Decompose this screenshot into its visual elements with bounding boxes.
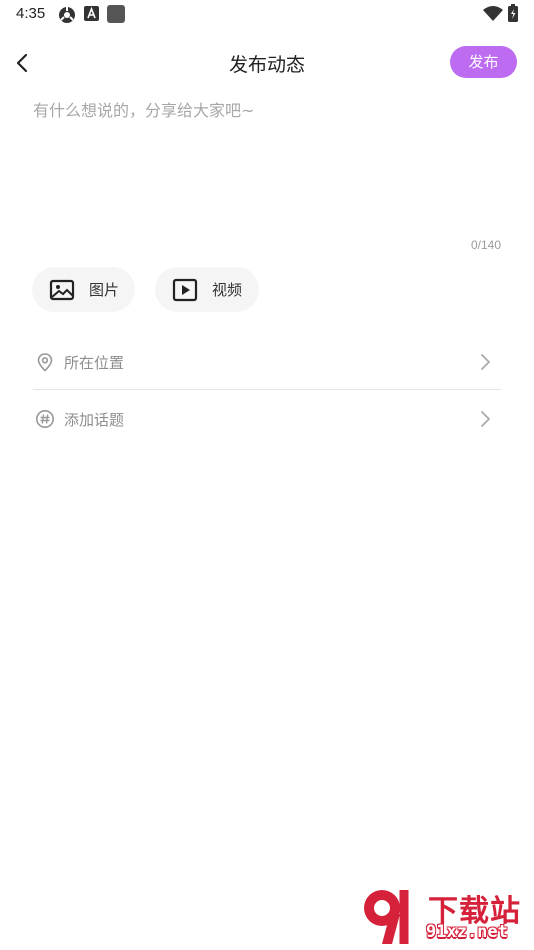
top-app-bar: 发布动态 发布 (0, 40, 534, 86)
add-video-button[interactable]: 视频 (155, 267, 259, 312)
settings-icon (59, 7, 75, 23)
chevron-right-icon (481, 411, 490, 427)
location-row[interactable]: 所在位置 (33, 335, 501, 389)
battery-icon (508, 4, 518, 22)
video-icon (172, 278, 198, 301)
topic-row[interactable]: 添加话题 (33, 392, 501, 446)
hashtag-icon (36, 410, 54, 428)
publish-button[interactable]: 发布 (450, 46, 517, 78)
square-app-icon (107, 5, 125, 23)
watermark-logo (364, 890, 409, 944)
location-label: 所在位置 (64, 353, 125, 372)
status-bar: 4:35 (0, 0, 534, 30)
image-icon (49, 279, 75, 300)
add-image-label: 图片 (89, 281, 120, 299)
font-a-icon (84, 6, 99, 21)
post-content-input[interactable] (33, 98, 501, 228)
location-pin-icon (37, 353, 53, 372)
chevron-right-icon (481, 354, 490, 370)
add-image-button[interactable]: 图片 (32, 267, 135, 312)
add-video-label: 视频 (212, 281, 243, 299)
watermark-url: 91xz.net (426, 922, 508, 942)
topic-label: 添加话题 (64, 410, 125, 429)
wifi-icon (483, 6, 503, 21)
divider (33, 389, 501, 390)
char-counter: 0/140 (470, 238, 501, 252)
status-time: 4:35 (16, 5, 46, 22)
watermark: 下载站 91xz.net (360, 884, 530, 946)
